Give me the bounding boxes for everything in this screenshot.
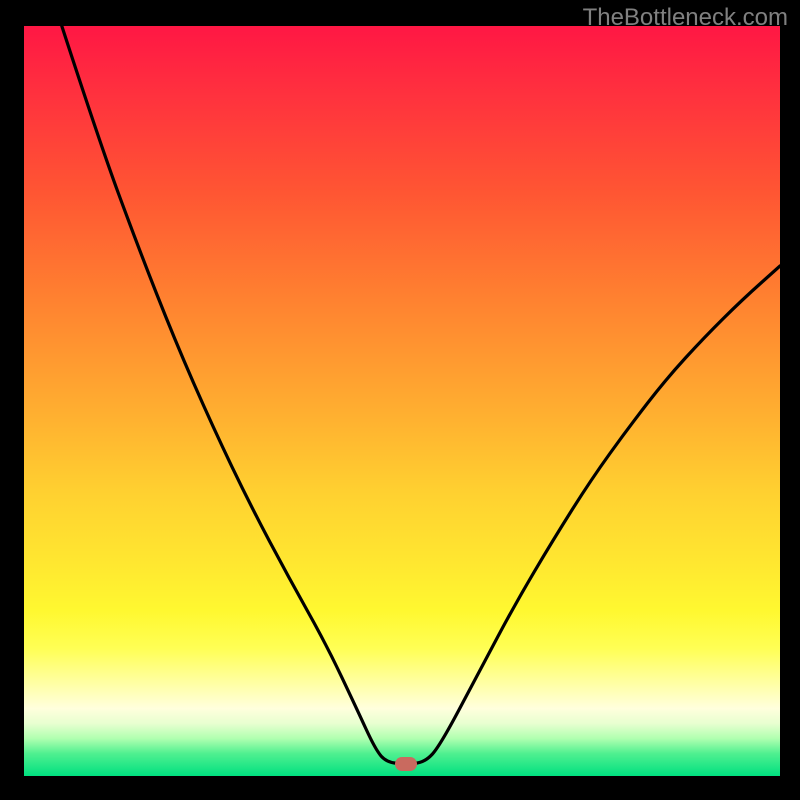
chart-container: TheBottleneck.com [0,0,800,800]
bottleneck-curve [24,26,780,776]
plot-area [24,26,780,776]
balance-point-marker [395,757,417,771]
watermark-text: TheBottleneck.com [583,4,788,32]
